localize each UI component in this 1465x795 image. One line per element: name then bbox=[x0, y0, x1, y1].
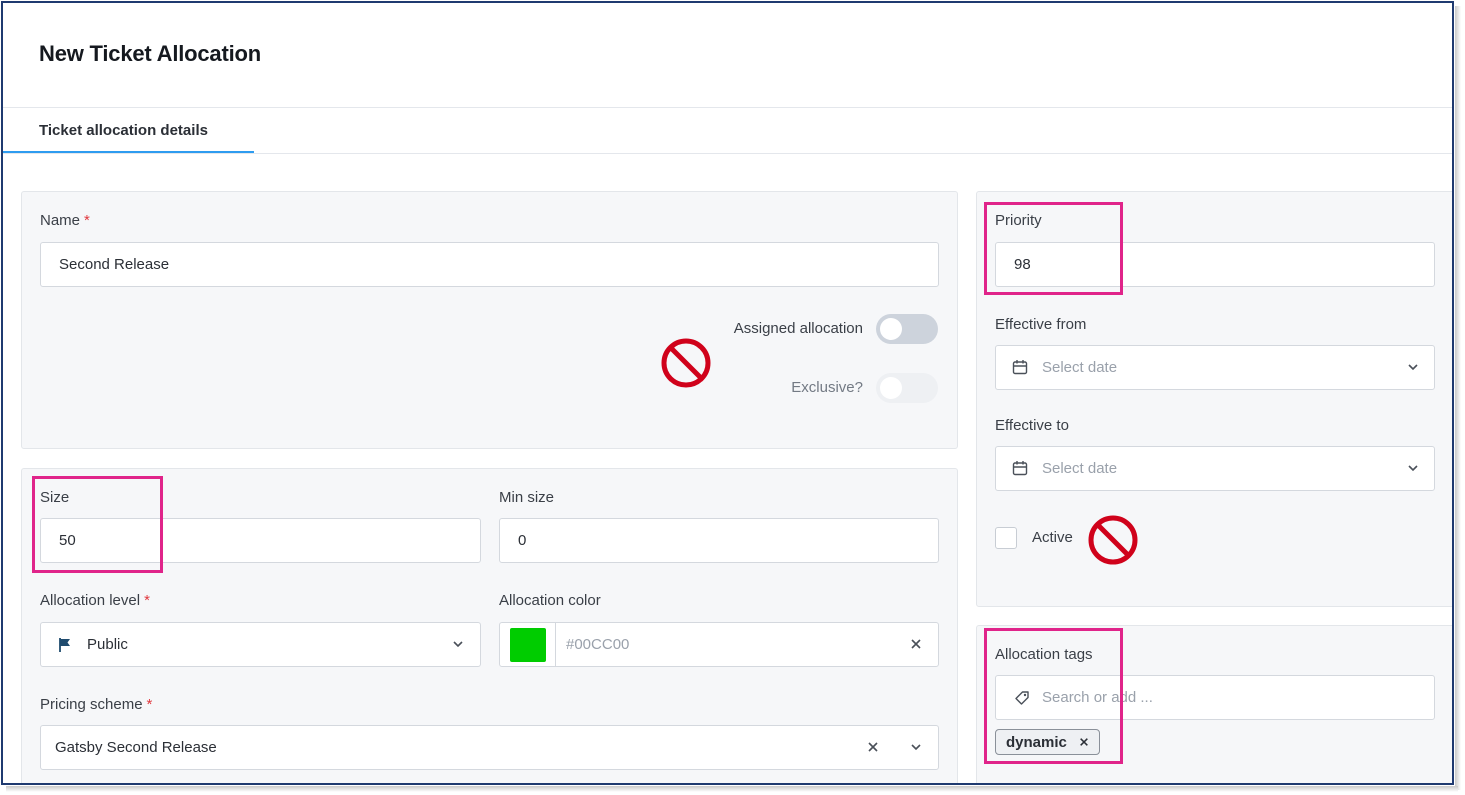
chevron-down-icon bbox=[1408, 364, 1418, 371]
tag-icon bbox=[1015, 691, 1029, 705]
priority-input[interactable] bbox=[995, 242, 1435, 287]
tags-search-placeholder: Search or add ... bbox=[1042, 689, 1153, 706]
effective-from-placeholder: Select date bbox=[1042, 359, 1118, 376]
toggle-knob bbox=[880, 318, 902, 340]
allocation-color-label: Allocation color bbox=[499, 592, 601, 609]
effective-to-placeholder: Select date bbox=[1042, 460, 1118, 477]
required-marker: * bbox=[144, 592, 150, 609]
size-input[interactable] bbox=[40, 518, 481, 563]
effective-to-datepicker[interactable]: Select date bbox=[995, 446, 1435, 491]
allocation-level-value: Public bbox=[87, 636, 128, 653]
pricing-scheme-value: Gatsby Second Release bbox=[55, 739, 217, 756]
color-swatch bbox=[510, 628, 546, 662]
active-checkbox[interactable] bbox=[995, 527, 1017, 549]
size-label: Size bbox=[40, 489, 70, 506]
toggle-knob bbox=[880, 377, 902, 399]
flag-icon bbox=[59, 638, 70, 652]
calendar-icon bbox=[1012, 461, 1028, 476]
exclusive-toggle[interactable] bbox=[876, 373, 938, 403]
chevron-down-icon bbox=[911, 744, 921, 751]
pricing-scheme-select[interactable]: Gatsby Second Release bbox=[40, 725, 939, 770]
color-swatch-button[interactable] bbox=[500, 623, 556, 666]
ticket-allocation-window: New Ticket Allocation Ticket allocation … bbox=[1, 1, 1454, 785]
priority-label: Priority bbox=[995, 212, 1042, 229]
no-sign-icon bbox=[661, 338, 711, 388]
clear-icon[interactable] bbox=[910, 638, 922, 650]
effective-to-label: Effective to bbox=[995, 417, 1069, 434]
name-label: Name * bbox=[40, 212, 90, 229]
chevron-down-icon bbox=[1408, 465, 1418, 472]
allocation-level-label: Allocation level * bbox=[40, 592, 150, 609]
no-sign-icon bbox=[1088, 515, 1138, 565]
required-marker: * bbox=[84, 212, 90, 229]
allocation-color-field[interactable]: #00CC00 bbox=[499, 622, 939, 667]
tab-label: Ticket allocation details bbox=[39, 122, 208, 139]
active-label: Active bbox=[1032, 529, 1073, 546]
min-size-label: Min size bbox=[499, 489, 555, 506]
effective-from-label: Effective from bbox=[995, 316, 1087, 333]
effective-from-datepicker[interactable]: Select date bbox=[995, 345, 1435, 390]
window-shadow bbox=[6, 786, 1458, 792]
assigned-allocation-label: Assigned allocation bbox=[733, 320, 863, 337]
tag-chip-label: dynamic bbox=[1006, 733, 1067, 751]
allocation-color-value: #00CC00 bbox=[566, 636, 630, 653]
min-size-input[interactable] bbox=[499, 518, 939, 563]
tag-chip: dynamic bbox=[995, 729, 1100, 755]
name-input[interactable] bbox=[40, 242, 939, 287]
tabs-divider bbox=[3, 153, 1452, 154]
clear-icon[interactable] bbox=[867, 741, 879, 753]
remove-tag-icon[interactable] bbox=[1079, 737, 1089, 747]
calendar-icon bbox=[1012, 360, 1028, 375]
assigned-allocation-toggle[interactable] bbox=[876, 314, 938, 344]
allocation-level-select[interactable]: Public bbox=[40, 622, 481, 667]
chevron-down-icon bbox=[453, 641, 463, 648]
allocation-tags-label: Allocation tags bbox=[995, 646, 1093, 663]
window-shadow bbox=[1455, 6, 1461, 790]
page-title: New Ticket Allocation bbox=[39, 41, 261, 66]
pricing-scheme-label: Pricing scheme * bbox=[40, 696, 153, 713]
tags-search-field[interactable]: Search or add ... bbox=[995, 675, 1435, 720]
required-marker: * bbox=[146, 696, 153, 713]
tab-ticket-allocation-details[interactable]: Ticket allocation details bbox=[3, 108, 254, 154]
